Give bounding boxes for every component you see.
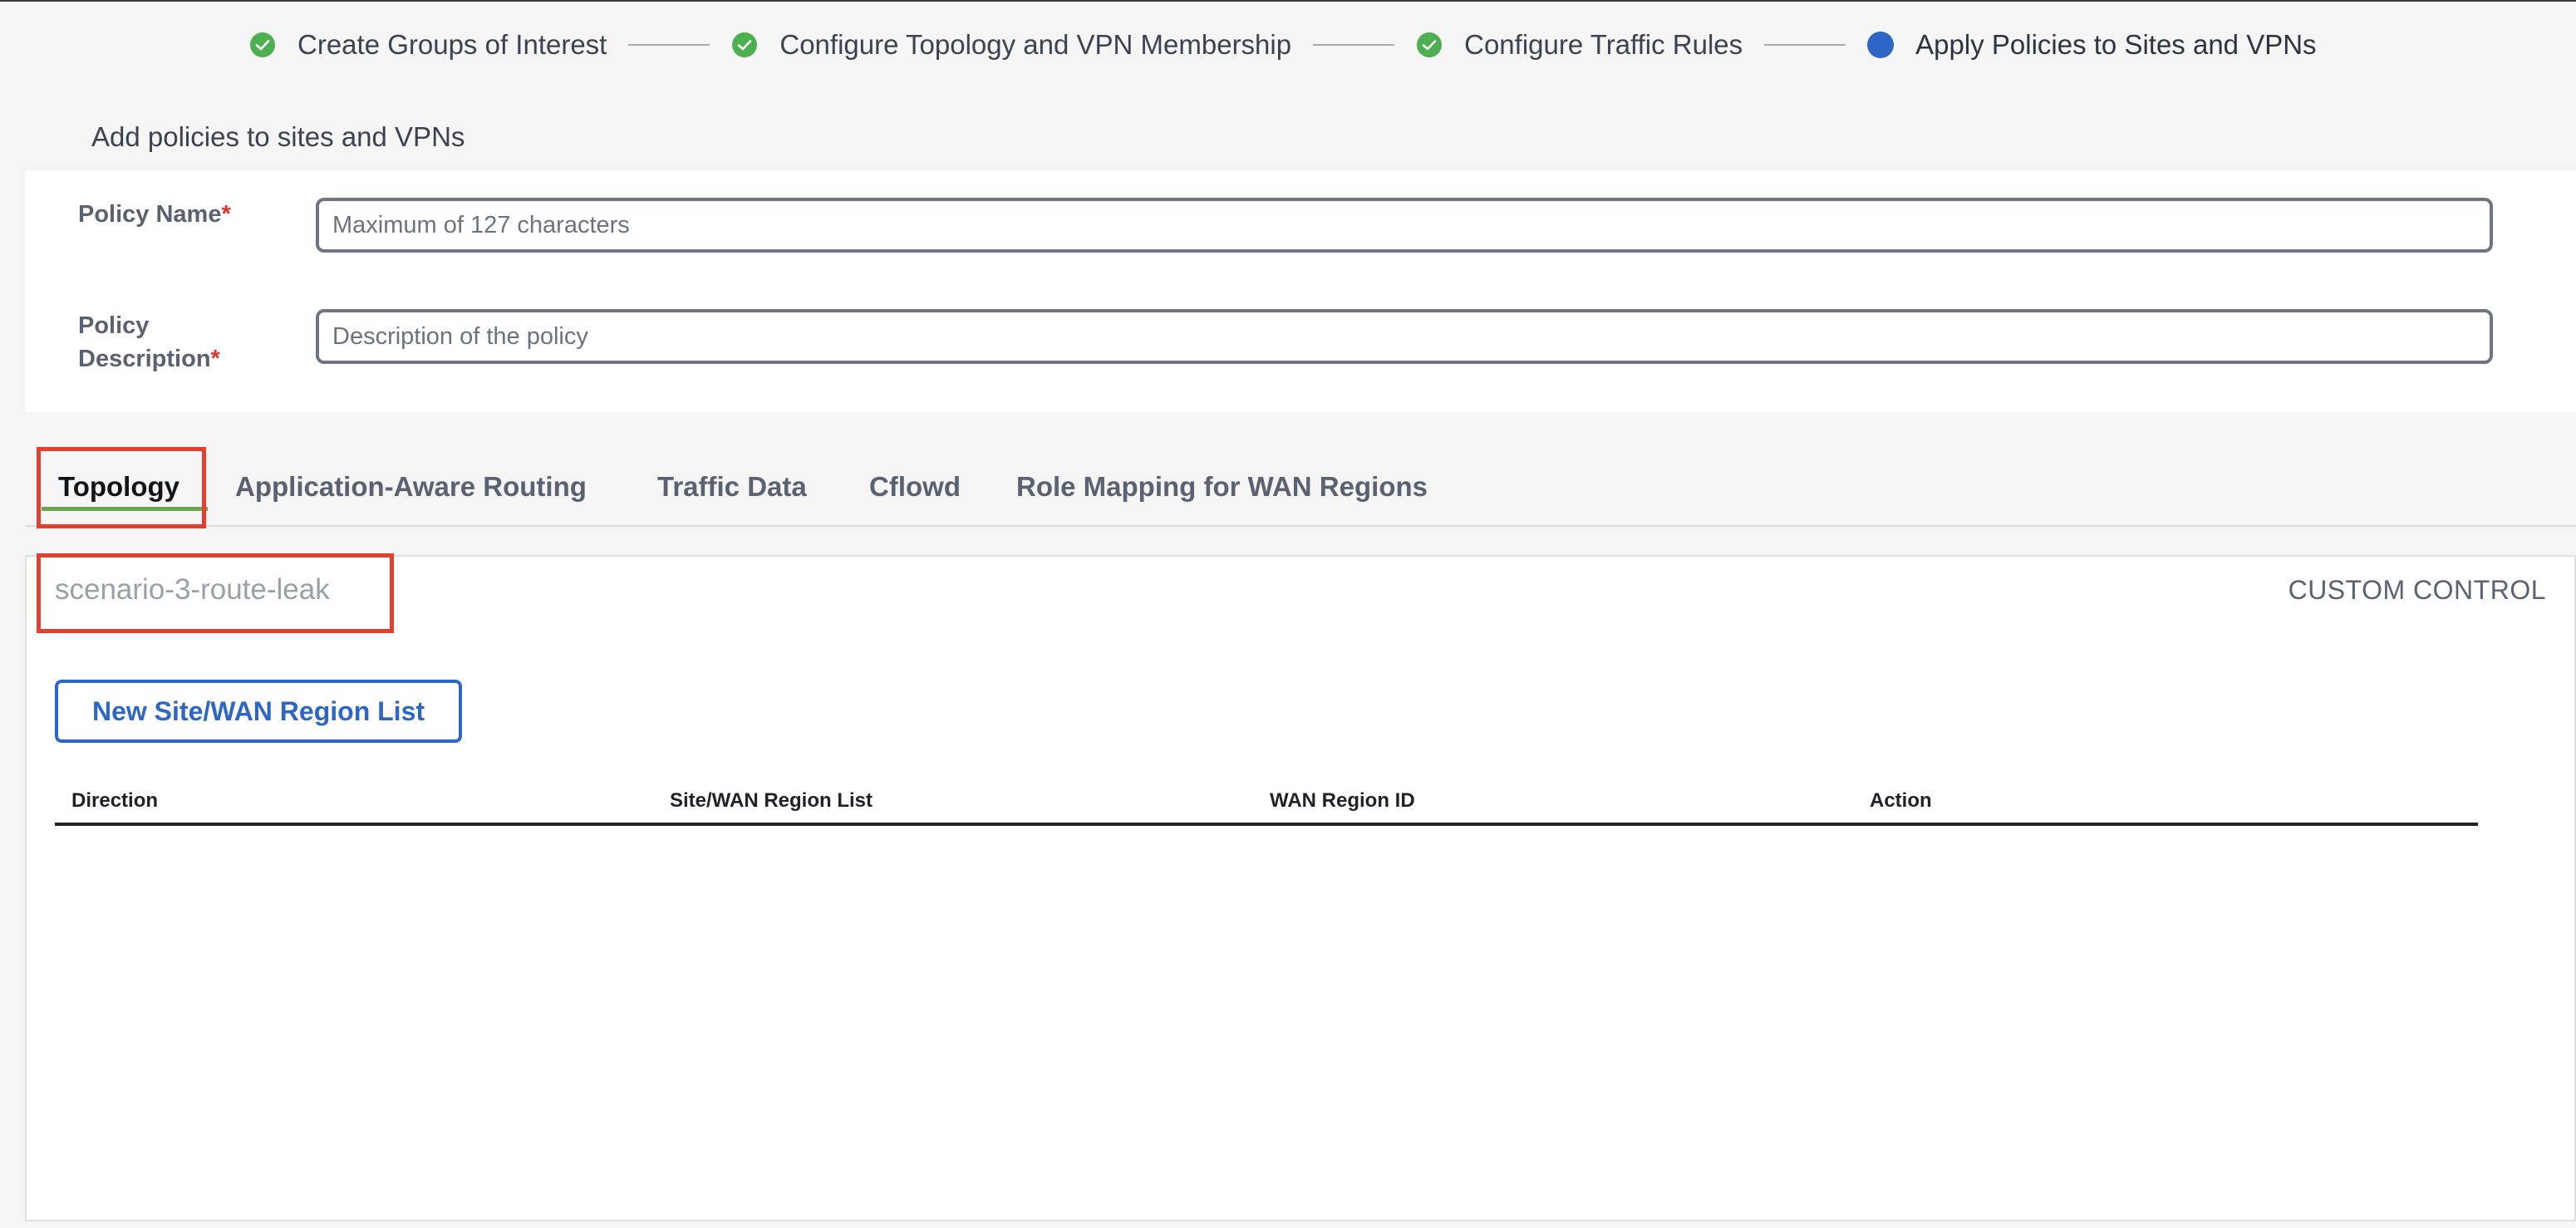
new-site-wan-region-list-button[interactable]: New Site/WAN Region List (55, 680, 462, 743)
section-heading: Add policies to sites and VPNs (91, 121, 465, 152)
policy-name-label-text: Policy Name (78, 201, 222, 228)
step-label: Create Groups of Interest (297, 29, 607, 60)
policy-form: Policy Name* Policy Description* (25, 171, 2576, 412)
tab-label: Cflowd (869, 471, 961, 502)
required-mark: * (221, 201, 231, 228)
step-label: Apply Policies to Sites and VPNs (1915, 29, 2317, 60)
policy-tabs: Topology Application-Aware Routing Traff… (25, 449, 2576, 527)
column-header-action[interactable]: Action (1870, 778, 1932, 824)
step-connector (1764, 44, 1846, 46)
policy-wizard-page: Create Groups of Interest Configure Topo… (0, 0, 2576, 1228)
step-configure-traffic-rules[interactable]: Configure Traffic Rules (1416, 29, 1743, 61)
tab-application-aware-routing[interactable]: Application-Aware Routing (235, 449, 587, 525)
step-label: Configure Topology and VPN Membership (779, 29, 1292, 60)
current-step-dot-icon (1867, 32, 1895, 58)
policy-description-label-line2: Description (78, 346, 211, 372)
step-connector (628, 44, 710, 46)
control-type-label: CUSTOM CONTROL (2288, 575, 2546, 605)
tab-label: Traffic Data (657, 471, 807, 502)
table-header: Direction Site/WAN Region List WAN Regio… (55, 778, 2478, 826)
highlight-box-topology-tab (37, 447, 206, 528)
check-circle-icon (1417, 32, 1443, 57)
column-header-site-wan-region-list[interactable]: Site/WAN Region List (670, 778, 873, 824)
wizard-stepper: Create Groups of Interest Configure Topo… (249, 25, 2317, 65)
policy-description-label-line1: Policy (78, 312, 150, 339)
step-label: Configure Traffic Rules (1464, 29, 1743, 60)
check-circle-icon (250, 32, 275, 57)
policy-description-input[interactable] (316, 309, 2493, 364)
step-connector (1313, 44, 1395, 46)
step-apply-policies: Apply Policies to Sites and VPNs (1867, 29, 2317, 61)
tab-cflowd[interactable]: Cflowd (869, 449, 961, 525)
tab-label: Application-Aware Routing (235, 471, 587, 502)
policy-name-input[interactable] (316, 198, 2493, 253)
tab-role-mapping-wan-regions[interactable]: Role Mapping for WAN Regions (1016, 449, 1428, 525)
column-header-wan-region-id[interactable]: WAN Region ID (1270, 778, 1415, 824)
column-header-direction[interactable]: Direction (71, 778, 158, 824)
top-divider (0, 0, 2576, 2)
highlight-box-policy-title (37, 553, 394, 633)
required-mark: * (210, 346, 220, 372)
step-create-groups[interactable]: Create Groups of Interest (249, 29, 607, 61)
policy-description-label: Policy Description* (78, 309, 220, 376)
topology-panel: scenario-3-route-leak CUSTOM CONTROL New… (25, 555, 2576, 1221)
tab-label: Role Mapping for WAN Regions (1016, 471, 1428, 502)
tab-traffic-data[interactable]: Traffic Data (657, 449, 807, 525)
step-configure-topology[interactable]: Configure Topology and VPN Membership (731, 29, 1291, 61)
policy-name-label: Policy Name* (78, 198, 231, 231)
check-circle-icon (732, 32, 758, 57)
